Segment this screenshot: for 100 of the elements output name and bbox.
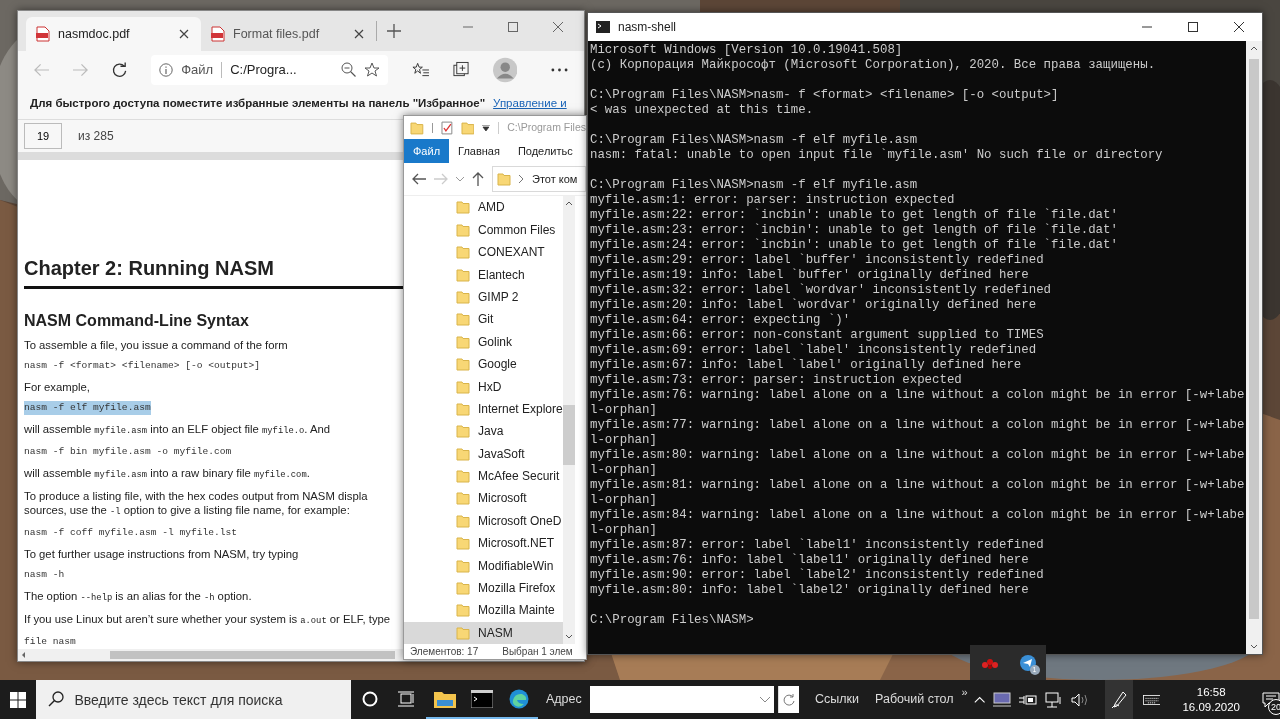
folder-item[interactable]: HxD [404,375,563,398]
console-line: l-orphan] [590,493,657,508]
toolbar-link[interactable]: Рабочий стол [875,690,954,709]
refresh-button[interactable] [777,686,800,713]
page-number-field[interactable]: 19 [24,123,62,150]
folder-item[interactable]: GIMP 2 [404,285,563,309]
console-line: myfile.asm:23: error: `incbin': unable to get length of file `file.dat' [590,223,1118,238]
folder-icon [456,312,470,327]
folder-item[interactable]: Elantech [404,263,563,286]
console-line: myfile.asm:32: error: label `wordvar' inconsistently redefined [590,283,1051,298]
folder-item[interactable]: JavaSoft [404,442,563,465]
console-line: myfile.asm:84: warning: label alone on a line without a colon might be in error [-w+labe [590,508,1245,523]
console-line: myfile.asm:20: info: label `wordvar' originally defined here [590,298,1037,313]
console-line: myfile.asm:69: error: label `label' inconsistently redefined [590,343,1037,358]
chevron-up-icon[interactable] [973,695,985,704]
folder-item[interactable]: Mozilla Mainte [404,599,563,622]
folder-item[interactable]: Mozilla Firefox [404,576,563,600]
maximize-icon [1188,22,1198,32]
berries-icon[interactable] [980,656,999,669]
console-line: C:\Program Files\NASM>nasm -f elf myfile.asm [590,133,918,148]
address-bar[interactable]: Этот ком [492,166,586,193]
folder-item[interactable]: CONEXANT [404,240,563,264]
caret-icon[interactable] [482,124,491,131]
collections-icon[interactable] [452,61,469,79]
refresh-icon[interactable] [112,61,128,78]
close-icon [1234,22,1244,32]
zoom-out-icon[interactable] [340,62,356,78]
ribbon-tab[interactable]: Файл [404,139,450,164]
paragraph: For example, [24,380,90,395]
code-line: nasm -f <format> <filename> [-o <output>] [24,359,261,374]
scrollbar-thumb[interactable] [110,651,395,659]
new-tab-icon[interactable] [387,24,401,38]
scrollbar-thumb[interactable] [562,405,575,466]
dropdown-icon[interactable] [456,176,464,182]
console-line: l-orphan] [590,463,657,478]
folder-icon [456,491,470,506]
folder-item[interactable]: Microsoft [404,487,563,510]
ribbon-tab[interactable]: Поделитьс [508,139,582,164]
folder-icon [456,424,470,439]
folder-item[interactable]: Git [404,308,563,331]
vertical-scrollbar[interactable] [1246,41,1262,654]
paragraph: The option --help is an alias for the -h option. [24,589,252,606]
folder-icon [456,222,470,237]
avatar-icon[interactable] [492,56,518,83]
star-icon[interactable] [363,62,380,78]
folder-icon [456,200,470,215]
speaker-icon[interactable] [1071,692,1089,707]
pdf-file-icon [36,26,50,42]
more-icon[interactable] [551,67,568,72]
console-line: myfile.asm:80: info: label `label2' originally defined here [590,583,1029,598]
folder-item[interactable]: Internet Explore [404,397,563,421]
folder-icon [456,357,470,372]
pen-button[interactable] [1105,680,1133,719]
url-scheme: Файл [181,61,214,80]
console-line: (c) Корпорация Майкрософт (Microsoft Corporation), 2020. Все права защищены. [590,58,1156,73]
folder-item[interactable]: Golink [404,330,563,353]
folder-item[interactable]: Microsoft OneD [404,509,563,533]
keyboard-icon[interactable] [1142,693,1161,706]
folder-item[interactable]: Common Files [404,218,563,241]
clock[interactable]: 16:58 16.09.2020 [1176,684,1246,715]
console-line: C:\Program Files\NASM>nasm- f <format> <filename> [-o <output>] [590,88,1059,103]
folder-item[interactable]: McAfee Securit [404,464,563,488]
close-icon[interactable] [352,27,366,41]
folder-item[interactable]: Microsoft.NET [404,532,563,555]
address-field[interactable] [589,686,774,713]
browser-tab[interactable]: nasmdoc.pdf [26,17,201,51]
folder-item[interactable]: AMD [404,196,563,219]
folder-item[interactable]: Java [404,420,563,443]
vertical-scrollbar[interactable] [562,196,575,644]
folder-icon [456,536,470,551]
breadcrumb[interactable]: Этот ком [532,170,578,188]
monitor-icon[interactable] [993,691,1011,708]
console-line: myfile.asm:73: error: parser: instruction expected [590,373,962,388]
url-text: C:/Progra... [230,61,297,80]
console-line: myfile.asm:66: error: non-constant argument supplied to TIMES [590,328,1044,343]
address-bar[interactable]: Файл C:/Progra... [151,54,388,85]
folder-item[interactable]: Google [404,352,563,376]
folder-item[interactable]: NASM [404,621,563,644]
properties-icon[interactable] [440,120,453,135]
network-icon[interactable] [1045,691,1063,708]
favorites-icon[interactable] [411,62,429,78]
ribbon-tab[interactable]: Главная [449,139,509,164]
folder-item[interactable]: ModifiableWin [404,554,563,577]
console-line: C:\Program Files\NASM> [590,613,754,628]
toolbar-overflow[interactable]: » [961,684,968,701]
search-icon [48,691,65,707]
scrollbar-thumb[interactable] [1249,59,1259,619]
manage-favorites-link[interactable]: Управление и [493,95,567,113]
back-icon[interactable] [412,173,426,186]
close-icon[interactable] [177,27,191,41]
toolbar-link[interactable]: Ссылки [815,690,860,709]
circle-icon [362,691,379,708]
chapter-heading: Chapter 2: Running NASM [24,256,274,281]
browser-tab[interactable]: Format files.pdf [201,17,376,51]
folder-icon [456,267,470,282]
up-icon[interactable] [472,172,484,187]
console-icon [596,21,610,33]
power-plug-icon[interactable] [1019,692,1037,707]
folder-icon [456,581,470,595]
search-field[interactable]: Введите здесь текст для поиска [36,680,352,719]
